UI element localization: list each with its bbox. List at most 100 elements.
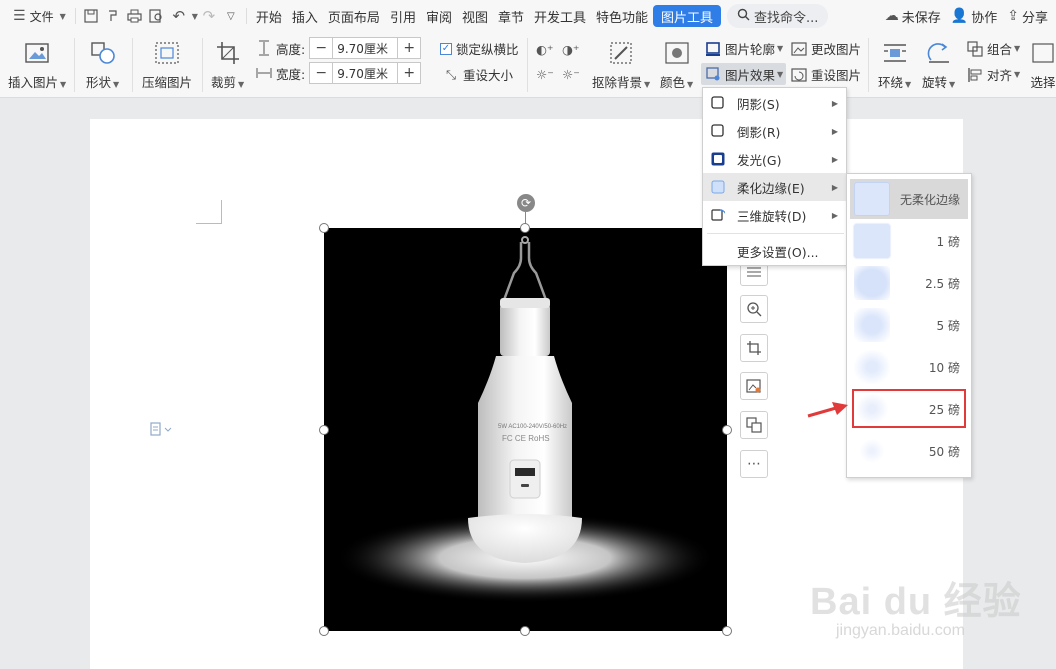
resize-handle-top-left[interactable] bbox=[319, 223, 329, 233]
shape-icon bbox=[90, 40, 116, 66]
tab-developer[interactable]: 开发工具 bbox=[529, 3, 591, 29]
resize-handle-bottom-left[interactable] bbox=[319, 626, 329, 636]
soft-edge-swatch bbox=[854, 350, 890, 384]
tab-chapter[interactable]: 章节 bbox=[493, 3, 529, 29]
brightness-increase-icon[interactable]: ◐⁺ bbox=[536, 42, 554, 57]
color-button[interactable]: 颜色 ▼ bbox=[660, 40, 693, 91]
selected-picture[interactable]: 5W AC100-240V/50-60Hz FC CE RoHS bbox=[324, 228, 727, 631]
soft-edge-option-10pt[interactable]: 10 磅 bbox=[850, 347, 968, 387]
chevron-right-icon: ▶ bbox=[831, 210, 838, 220]
customize-toolbar-icon[interactable]: ▽ bbox=[220, 4, 242, 28]
menu-item-label: 更多设置(O)... bbox=[737, 244, 819, 260]
remove-background-button[interactable]: 抠除背景 ▼ bbox=[592, 40, 650, 91]
divider bbox=[527, 38, 528, 92]
search-icon bbox=[737, 8, 750, 25]
tab-insert[interactable]: 插入 bbox=[287, 3, 323, 29]
hamburger-icon: ☰ bbox=[13, 8, 26, 24]
soft-edge-option-1pt[interactable]: 1 磅 bbox=[850, 221, 968, 261]
group-button[interactable]: 组合 ▼ bbox=[966, 39, 1020, 58]
reflection-icon bbox=[711, 124, 725, 138]
menu-item-soft-edges[interactable]: 柔化边缘(E) ▶ bbox=[703, 173, 846, 201]
reset-size-button[interactable]: ⤡ 重设大小 bbox=[442, 65, 513, 84]
compress-picture-button[interactable]: 压缩图片 bbox=[142, 40, 192, 91]
tab-page-layout[interactable]: 页面布局 bbox=[323, 3, 385, 29]
height-increment-button[interactable]: + bbox=[398, 38, 420, 58]
contrast-increase-icon[interactable]: ◑⁺ bbox=[562, 42, 580, 57]
resize-handle-bottom[interactable] bbox=[520, 626, 530, 636]
unsaved-status[interactable]: ☁ 未保存 bbox=[885, 7, 941, 26]
height-decrement-button[interactable]: − bbox=[310, 38, 332, 58]
soft-edge-option-none[interactable]: 无柔化边缘 bbox=[850, 179, 968, 219]
bulb-spec-text: 5W AC100-240V/50-60Hz bbox=[498, 424, 567, 430]
file-menu[interactable]: ☰ 文件 ▼ bbox=[8, 3, 71, 29]
menu-item-glow[interactable]: 发光(G) ▶ bbox=[703, 145, 846, 173]
select-button[interactable]: 选择 bbox=[1030, 40, 1056, 91]
crop-button[interactable]: 裁剪 ▼ bbox=[211, 40, 244, 91]
contrast-decrease-icon[interactable]: ☼⁻ bbox=[562, 67, 580, 82]
share-button[interactable]: ⇪ 分享 bbox=[1007, 7, 1048, 26]
soft-edge-option-5pt[interactable]: 5 磅 bbox=[850, 305, 968, 345]
tab-review[interactable]: 审阅 bbox=[421, 3, 457, 29]
resize-handle-bottom-right[interactable] bbox=[722, 626, 732, 636]
picture-icon bbox=[24, 40, 50, 66]
rotate-label: 旋转 bbox=[922, 75, 948, 90]
paragraph-options-icon[interactable] bbox=[150, 422, 172, 440]
lock-ratio-checkbox[interactable]: ✓ 锁定纵横比 bbox=[440, 39, 519, 58]
resize-handle-top[interactable] bbox=[520, 223, 530, 233]
soft-edge-option-label: 10 磅 bbox=[928, 360, 960, 375]
crop-icon[interactable] bbox=[740, 334, 768, 362]
menu-item-shadow[interactable]: 阴影(S) ▶ bbox=[703, 89, 846, 117]
undo-icon[interactable]: ↶ bbox=[168, 4, 190, 28]
soft-edge-swatch bbox=[854, 434, 890, 468]
menu-item-3d-rotation[interactable]: 三维旋转(D) ▶ bbox=[703, 201, 846, 229]
print-icon[interactable] bbox=[124, 4, 146, 28]
width-input[interactable]: 9.70厘米 bbox=[332, 63, 399, 83]
chevron-down-icon: ▼ bbox=[60, 80, 67, 89]
soft-edge-option-50pt[interactable]: 50 磅 bbox=[850, 431, 968, 471]
rotate-button[interactable]: 旋转 ▼ bbox=[922, 40, 955, 91]
shape-button[interactable]: 形状 ▼ bbox=[86, 40, 119, 91]
divider bbox=[74, 38, 75, 92]
rotate-handle-icon[interactable]: ⟳ bbox=[517, 194, 535, 212]
zoom-in-icon[interactable] bbox=[740, 295, 768, 323]
width-increment-button[interactable]: + bbox=[398, 63, 420, 83]
resize-handle-right[interactable] bbox=[722, 425, 732, 435]
tab-references[interactable]: 引用 bbox=[385, 3, 421, 29]
align-icon bbox=[966, 66, 984, 84]
insert-picture-button[interactable]: 插入图片 ▼ bbox=[8, 40, 66, 91]
resize-handle-left[interactable] bbox=[319, 425, 329, 435]
picture-effect-button[interactable]: 图片效果 ▼ bbox=[701, 63, 787, 85]
brightness-decrease-icon[interactable]: ☼⁻ bbox=[536, 67, 554, 82]
chevron-right-icon: ▶ bbox=[831, 154, 838, 164]
height-input[interactable]: 9.70厘米 bbox=[332, 38, 399, 58]
divider bbox=[202, 38, 203, 92]
redo-icon[interactable]: ↷ bbox=[198, 4, 220, 28]
picture-effect-label: 图片效果 bbox=[725, 67, 776, 83]
tab-view[interactable]: 视图 bbox=[457, 3, 493, 29]
soft-edge-option-2-5pt[interactable]: 2.5 磅 bbox=[850, 263, 968, 303]
collaborate-button[interactable]: 👤 协作 bbox=[951, 7, 997, 26]
reset-picture-icon bbox=[790, 66, 808, 84]
save-icon[interactable] bbox=[80, 4, 102, 28]
divider bbox=[245, 8, 247, 24]
menu-item-more-settings[interactable]: 更多设置(O)... bbox=[703, 237, 846, 265]
chevron-down-icon: ▼ bbox=[777, 69, 784, 79]
more-options-icon[interactable]: ⋯ bbox=[740, 450, 768, 478]
tab-special-features[interactable]: 特色功能 bbox=[591, 3, 653, 29]
change-picture-button[interactable]: 更改图片 bbox=[790, 39, 861, 58]
outline-icon bbox=[704, 40, 722, 58]
width-decrement-button[interactable]: − bbox=[310, 63, 332, 83]
menu-item-reflection[interactable]: 倒影(R) ▶ bbox=[703, 117, 846, 145]
tab-home[interactable]: 开始 bbox=[251, 3, 287, 29]
lock-ratio-label: 锁定纵横比 bbox=[456, 42, 519, 57]
format-painter-icon[interactable] bbox=[102, 4, 124, 28]
picture-outline-button[interactable]: 图片轮廓 ▼ bbox=[704, 39, 783, 58]
replace-image-icon[interactable] bbox=[740, 411, 768, 439]
align-button[interactable]: 对齐 ▼ bbox=[966, 65, 1020, 84]
reset-picture-button[interactable]: 重设图片 bbox=[790, 65, 861, 84]
wrap-button[interactable]: 环绕 ▼ bbox=[878, 40, 911, 91]
tab-picture-tools[interactable]: 图片工具 bbox=[653, 5, 722, 27]
image-edit-icon[interactable] bbox=[740, 372, 768, 400]
print-preview-icon[interactable] bbox=[146, 4, 168, 28]
command-search[interactable]: 查找命令... bbox=[727, 4, 829, 28]
